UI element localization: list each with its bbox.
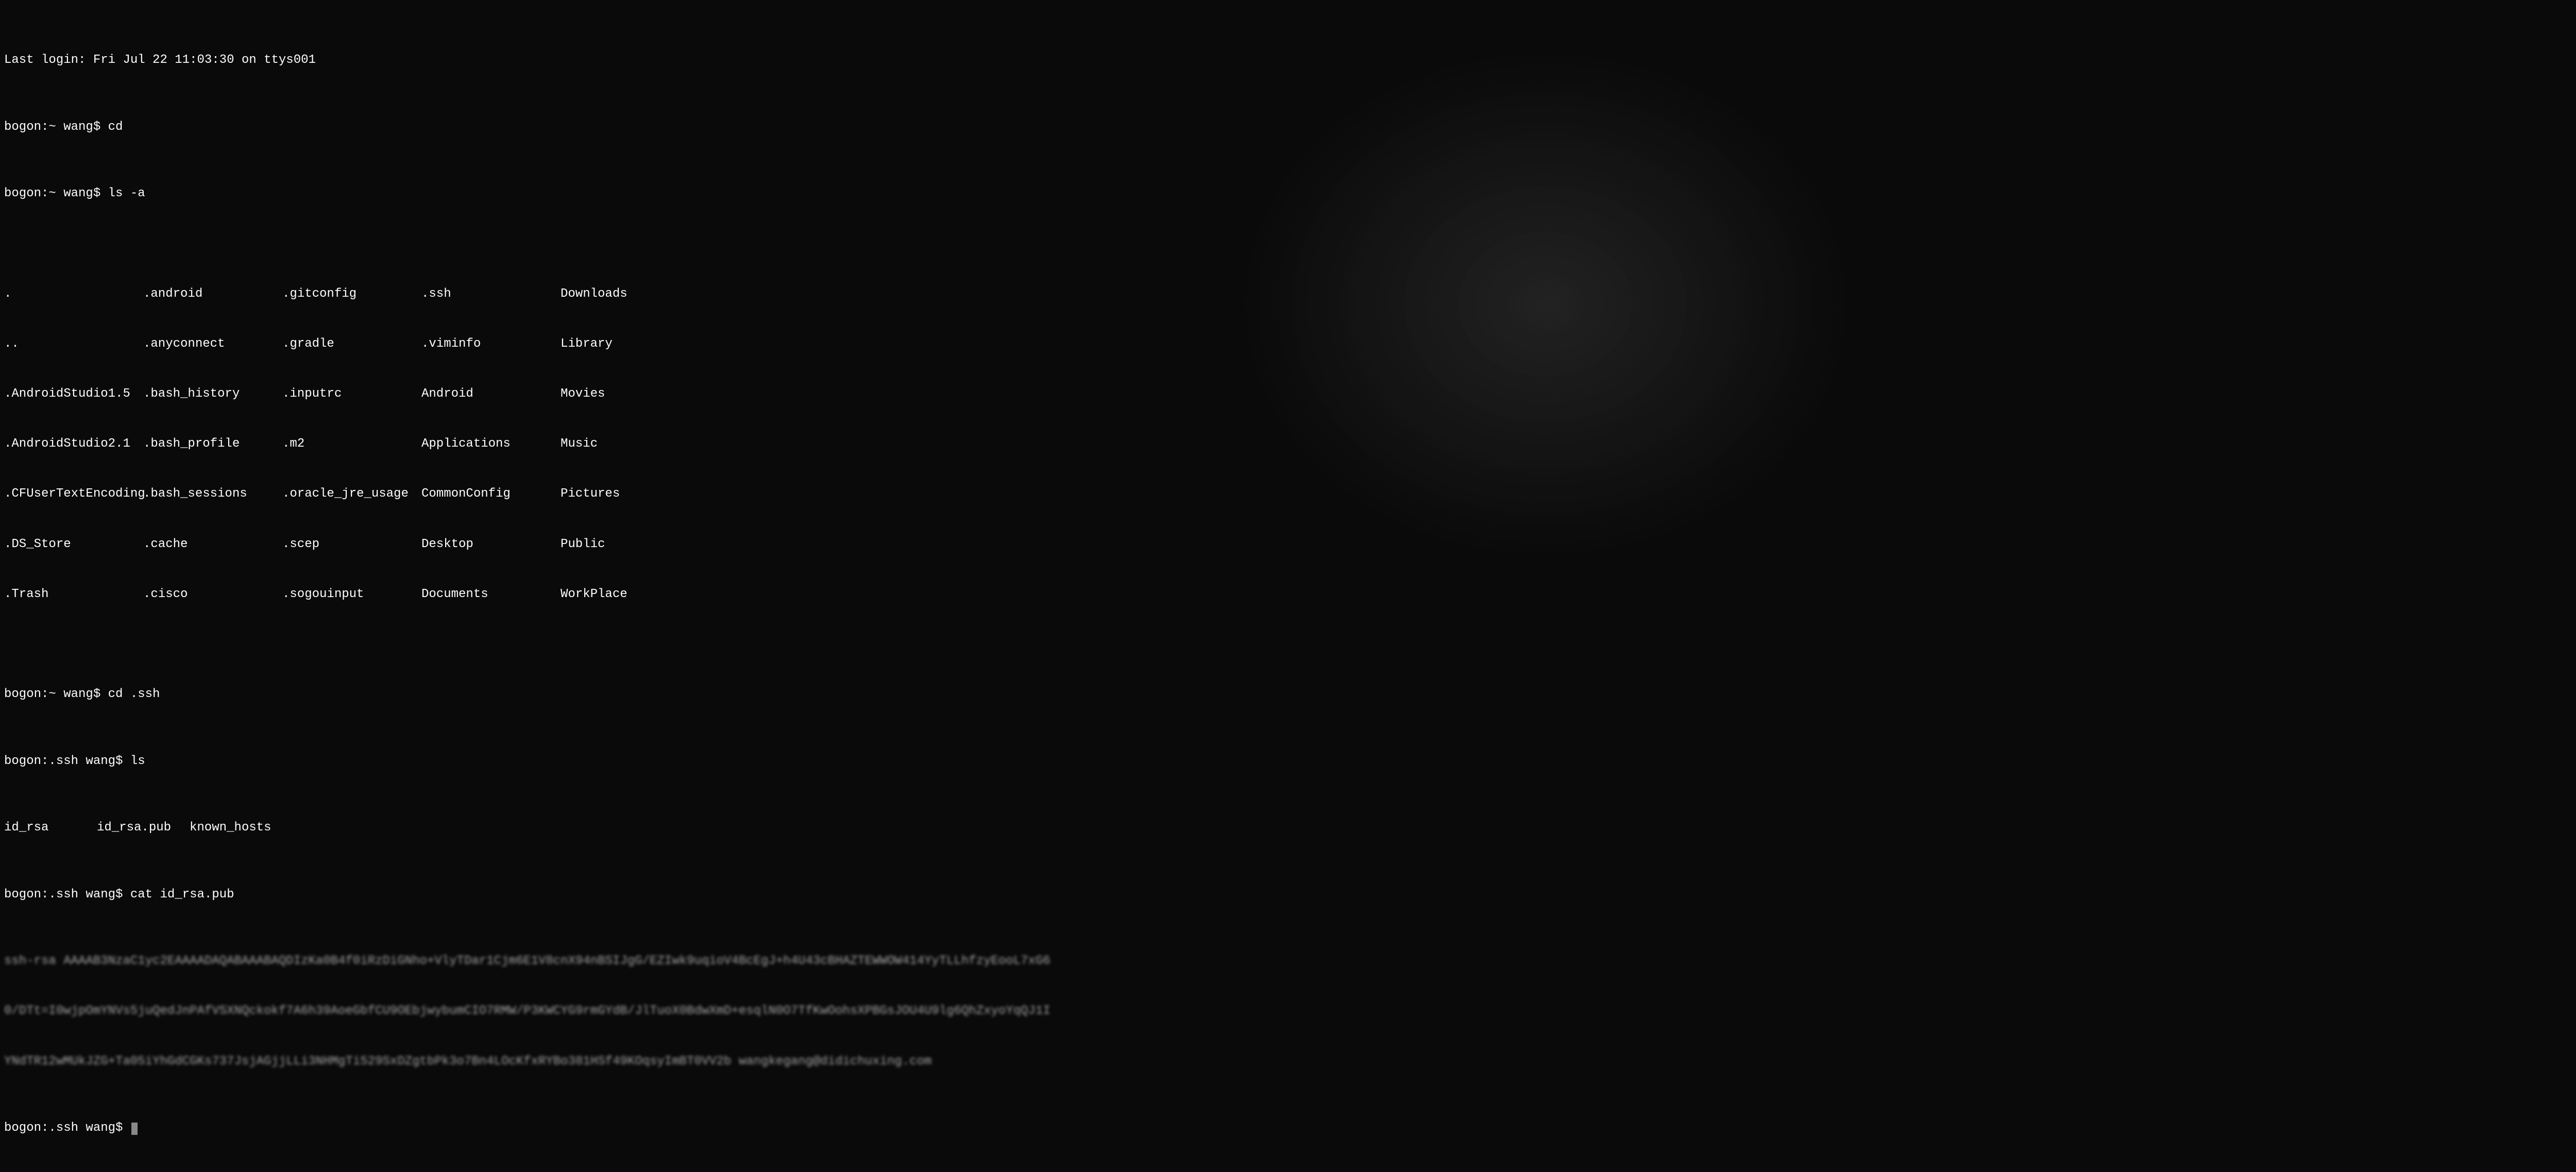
command-text: ls	[130, 754, 145, 768]
file-entry: .android	[143, 286, 282, 302]
file-entry: id_rsa.pub	[97, 820, 190, 836]
prompt-line-cd-ssh: bogon:~ wang$ cd .ssh	[4, 686, 2572, 703]
command-text: ls -a	[108, 186, 145, 200]
file-entry: Music	[561, 436, 700, 452]
pubkey-output: YNdTR12wMUkJZG+Ta05iYhGdCGKs737JsjAGjjLL…	[4, 1054, 2572, 1070]
file-entry: Public	[561, 536, 700, 553]
command-text: cd .ssh	[108, 687, 160, 701]
file-entry: Downloads	[561, 286, 700, 302]
file-entry: WorkPlace	[561, 586, 700, 603]
file-entry: .CFUserTextEncoding	[4, 486, 143, 502]
file-entry: id_rsa	[4, 820, 97, 836]
file-entry: .oracle_jre_usage	[282, 486, 421, 502]
file-entry: .DS_Store	[4, 536, 143, 553]
file-entry: Movies	[561, 386, 700, 402]
pubkey-output: ssh-rsa AAAAB3NzaC1yc2EAAAADAQABAAABAQDI…	[4, 953, 2572, 970]
ls-ssh-output: id_rsa id_rsa.pub known_hosts	[4, 820, 2572, 836]
file-entry: .bash_profile	[143, 436, 282, 452]
file-entry: Pictures	[561, 486, 700, 502]
file-entry: .bash_sessions	[143, 486, 282, 502]
file-entry: ..	[4, 336, 143, 352]
prompt-line-ls: bogon:.ssh wang$ ls	[4, 753, 2572, 770]
file-entry: .m2	[282, 436, 421, 452]
file-entry: .AndroidStudio1.5	[4, 386, 143, 402]
prompt: bogon:~ wang$	[4, 120, 108, 134]
ls-a-output: . .. .AndroidStudio1.5 .AndroidStudio2.1…	[4, 252, 2572, 636]
file-entry: .gradle	[282, 336, 421, 352]
prompt: bogon:.ssh wang$	[4, 888, 130, 902]
file-entry: Android	[421, 386, 561, 402]
file-entry: .gitconfig	[282, 286, 421, 302]
file-entry: .viminfo	[421, 336, 561, 352]
prompt-line-ls-a: bogon:~ wang$ ls -a	[4, 185, 2572, 202]
file-entry: .Trash	[4, 586, 143, 603]
pubkey-output: 0/DTt=I0wjpOmYNVs5juQedJnPAfVSXNQckokf7A…	[4, 1003, 2572, 1020]
file-entry: .cisco	[143, 586, 282, 603]
file-entry: .ssh	[421, 286, 561, 302]
command-text: cd	[108, 120, 123, 134]
prompt: bogon:.ssh wang$	[4, 1121, 130, 1135]
file-entry: Desktop	[421, 536, 561, 553]
file-entry: .AndroidStudio2.1	[4, 436, 143, 452]
last-login-line: Last login: Fri Jul 22 11:03:30 on ttys0…	[4, 52, 2572, 69]
file-entry: known_hosts	[190, 820, 2572, 836]
file-entry: Documents	[421, 586, 561, 603]
file-entry: .sogouinput	[282, 586, 421, 603]
file-entry: .bash_history	[143, 386, 282, 402]
file-entry: .	[4, 286, 143, 302]
prompt-line-cd: bogon:~ wang$ cd	[4, 119, 2572, 135]
file-entry: .cache	[143, 536, 282, 553]
file-entry: .scep	[282, 536, 421, 553]
prompt-line-current[interactable]: bogon:.ssh wang$	[4, 1120, 2572, 1136]
terminal-window[interactable]: Last login: Fri Jul 22 11:03:30 on ttys0…	[0, 0, 2576, 1172]
cursor	[131, 1123, 138, 1135]
file-entry: .anyconnect	[143, 336, 282, 352]
prompt-line-cat: bogon:.ssh wang$ cat id_rsa.pub	[4, 887, 2572, 903]
prompt: bogon:.ssh wang$	[4, 754, 130, 768]
file-entry: CommonConfig	[421, 486, 561, 502]
prompt: bogon:~ wang$	[4, 687, 108, 701]
prompt: bogon:~ wang$	[4, 186, 108, 200]
file-entry: Applications	[421, 436, 561, 452]
file-entry: Library	[561, 336, 700, 352]
command-text: cat id_rsa.pub	[130, 888, 234, 902]
file-entry: .inputrc	[282, 386, 421, 402]
